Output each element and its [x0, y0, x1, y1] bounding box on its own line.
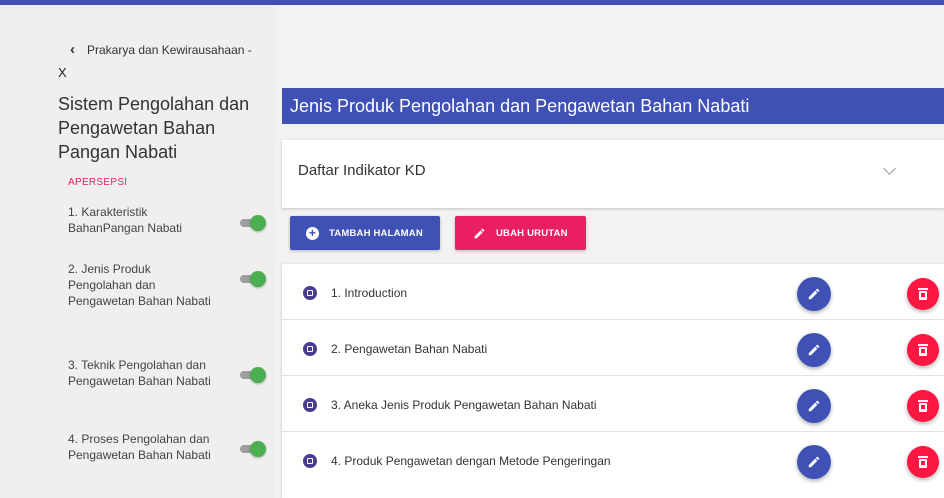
list-item[interactable]: 2. Pengawetan Bahan Nabati [282, 320, 944, 376]
close-x-icon[interactable]: X [58, 65, 67, 80]
visibility-toggle[interactable] [238, 271, 266, 287]
pencil-icon [808, 344, 820, 356]
sidebar-item-4[interactable]: 4. Proses Pengolahan dan Pengawetan Baha… [68, 431, 268, 479]
document-icon [303, 398, 317, 412]
sidebar-item-2[interactable]: 2. Jenis Produk Pengolahan dan Pengaweta… [68, 261, 268, 325]
sidebar-item-1[interactable]: 1. Karakteristik BahanPangan Nabati [68, 204, 268, 244]
page-list: 1. Introduction 2. Pengawetan Bahan Naba… [282, 264, 944, 498]
document-icon [303, 342, 317, 356]
delete-button[interactable] [907, 446, 939, 478]
sidebar-item-label: 3. Teknik Pengolahan dan Pengawetan Baha… [68, 358, 211, 388]
back-link[interactable]: ‹ Prakarya dan Kewirausahaan - [70, 41, 252, 58]
sidebar-title: Sistem Pengolahan dan Pengawetan Bahan P… [58, 94, 250, 162]
list-item[interactable]: 3. Aneka Jenis Produk Pengawetan Bahan N… [282, 376, 944, 432]
pencil-icon [474, 228, 485, 238]
page-title: 3. Aneka Jenis Produk Pengawetan Bahan N… [331, 398, 597, 412]
toggle-knob [250, 441, 266, 457]
list-item[interactable]: 4. Produk Pengawetan dengan Metode Penge… [282, 432, 944, 488]
pencil-icon [808, 288, 820, 300]
kd-label: Daftar Indikator KD [298, 162, 426, 179]
page-title: 1. Introduction [331, 286, 408, 300]
add-page-label: TAMBAH HALAMAN [329, 227, 423, 239]
edit-button[interactable] [797, 277, 831, 311]
chevron-down-icon [883, 162, 896, 175]
sidebar-item-3[interactable]: 3. Teknik Pengolahan dan Pengawetan Baha… [68, 357, 268, 405]
trash-icon [918, 456, 928, 468]
sidebar-item-label: 1. Karakteristik BahanPangan Nabati [68, 205, 183, 235]
plus-circle-icon: + [306, 226, 319, 240]
page-title: 2. Pengawetan Bahan Nabati [331, 342, 488, 356]
delete-button[interactable] [907, 390, 939, 422]
visibility-toggle[interactable] [238, 215, 266, 231]
page-title: 4. Produk Pengawetan dengan Metode Penge… [331, 454, 611, 468]
apersepsi-link[interactable]: APERSEPSI [68, 177, 127, 188]
sidebar-item-label: 4. Proses Pengolahan dan Pengawetan Baha… [68, 432, 211, 462]
pencil-icon [808, 456, 820, 468]
trash-icon [918, 344, 928, 356]
indikator-kd-expander[interactable]: Daftar Indikator KD [282, 140, 944, 208]
toggle-knob [250, 215, 266, 231]
toggle-knob [250, 367, 266, 383]
page-title-bar: Jenis Produk Pengolahan dan Pengawetan B… [282, 88, 944, 124]
trash-icon [918, 288, 928, 300]
delete-button[interactable] [907, 334, 939, 366]
toggle-knob [250, 271, 266, 287]
document-icon [303, 454, 317, 468]
list-item[interactable]: 1. Introduction [282, 264, 944, 320]
edit-button[interactable] [797, 389, 831, 423]
sidebar-item-label: 2. Jenis Produk Pengolahan dan Pengaweta… [68, 262, 211, 308]
delete-button[interactable] [907, 278, 939, 310]
edit-button[interactable] [797, 445, 831, 479]
visibility-toggle[interactable] [238, 441, 266, 457]
trash-icon [918, 400, 928, 412]
pencil-icon [808, 400, 820, 412]
reorder-label: UBAH URUTAN [496, 227, 568, 239]
add-page-button[interactable]: + TAMBAH HALAMAN [290, 216, 440, 250]
edit-button[interactable] [797, 333, 831, 367]
sidebar: ‹ Prakarya dan Kewirausahaan - X Sistem … [0, 5, 275, 498]
visibility-toggle[interactable] [238, 367, 266, 383]
chevron-left-icon: ‹ [70, 41, 75, 58]
document-icon [303, 286, 317, 300]
reorder-button[interactable]: UBAH URUTAN [455, 216, 586, 250]
back-label: Prakarya dan Kewirausahaan - [87, 43, 252, 57]
